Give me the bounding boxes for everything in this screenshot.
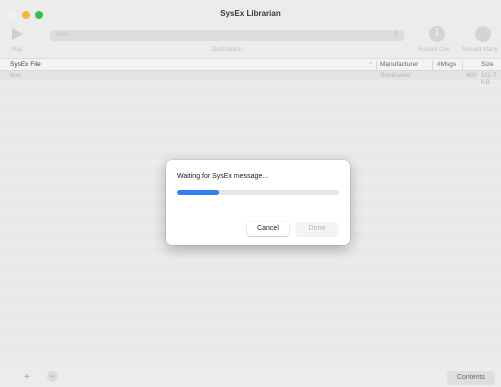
record-many-label: Record Many [462, 47, 498, 53]
cell-size: 111.7 KB [481, 72, 497, 86]
progress-bar-fill [177, 190, 220, 195]
toolbar: SysEx Librarian Play hide ⇕ Destination … [0, 0, 501, 58]
window-title: SysEx Librarian [220, 9, 281, 18]
column-header-size[interactable]: Size [481, 61, 494, 68]
record-one-label: Record One [418, 47, 451, 53]
column-divider[interactable] [432, 61, 433, 70]
destination-popup[interactable]: hide ⇕ [50, 30, 404, 41]
add-file-button[interactable]: + [24, 372, 30, 383]
progress-bar [177, 190, 339, 195]
table-row[interactable]: test Sonicware 460 111.7 KB [0, 71, 501, 86]
contents-button[interactable]: Contents [447, 371, 495, 385]
column-header-messages[interactable]: #Msgs [437, 61, 456, 68]
sheet-message: Waiting for SysEx message... [177, 173, 269, 180]
record-many-icon[interactable] [475, 26, 491, 42]
destination-label: Destination [211, 47, 243, 53]
cell-messages: 460 [466, 72, 477, 79]
table-header: SysEx File ^ Manufacturer #Msgs Size [0, 58, 501, 71]
cell-manufacturer: Sonicware [380, 72, 411, 79]
recording-sheet: Waiting for SysEx message... Cancel Done [166, 160, 350, 245]
remove-file-button[interactable]: − [47, 371, 58, 382]
main-window: SysEx Librarian Play hide ⇕ Destination … [0, 0, 501, 387]
destination-value: hide [56, 31, 69, 38]
column-header-manufacturer[interactable]: Manufacturer [380, 61, 418, 68]
cancel-button[interactable]: Cancel [247, 222, 289, 236]
sort-indicator-icon: ^ [369, 61, 373, 68]
column-divider[interactable] [462, 61, 463, 70]
info-circle-icon[interactable]: i [429, 26, 445, 42]
column-header-file[interactable]: SysEx File [10, 61, 41, 68]
bottom-bar [0, 361, 501, 387]
popup-arrows-icon: ⇕ [393, 31, 399, 38]
cell-file: test [10, 72, 21, 79]
play-button[interactable] [10, 27, 24, 41]
play-icon [12, 28, 23, 40]
column-divider[interactable] [376, 61, 377, 70]
done-button[interactable]: Done [296, 222, 338, 236]
